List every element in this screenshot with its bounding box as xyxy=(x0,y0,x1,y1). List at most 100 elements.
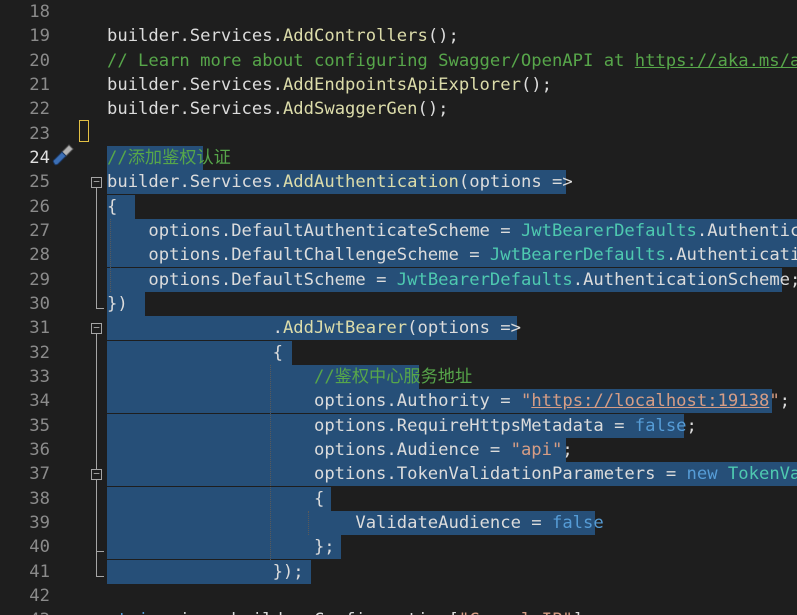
code-token: Audience xyxy=(396,439,480,460)
code-token: Configuration xyxy=(314,610,449,615)
code-token: AuthenticationScheme xyxy=(583,269,791,290)
code-token: options xyxy=(313,439,387,460)
code-token: . xyxy=(220,269,232,290)
code-token: . xyxy=(386,391,397,412)
code-line[interactable]: { xyxy=(107,341,283,365)
line-number: 31 xyxy=(29,318,50,339)
code-token: = xyxy=(458,245,490,266)
line-number: 36 xyxy=(29,439,50,460)
code-line[interactable]: // Learn more about configuring Swagger/… xyxy=(107,49,797,73)
code-token: => xyxy=(541,172,573,193)
code-token: DefaultScheme xyxy=(231,269,366,290)
code-line[interactable]: }; xyxy=(107,535,335,559)
code-token: . xyxy=(272,26,283,47)
code-token: (); xyxy=(520,74,552,95)
code-token: JwtBearerDefaults xyxy=(396,269,573,290)
code-token: ; xyxy=(790,270,797,290)
code-token: ; xyxy=(686,415,697,436)
outline-bracket xyxy=(96,480,97,552)
code-token: https://localhost:19138 xyxy=(531,391,770,412)
code-line[interactable]: options.Audience = "api"; xyxy=(107,438,573,462)
line-number: 26 xyxy=(29,196,50,217)
code-token: builder xyxy=(107,172,180,193)
code-token: " xyxy=(520,391,532,412)
collapse-toggle-icon[interactable]: − xyxy=(91,176,102,189)
quick-actions-icon[interactable] xyxy=(50,142,76,168)
code-line[interactable]: options.RequireHttpsMetadata = false; xyxy=(107,414,697,438)
code-token: //鉴权中心服务地址 xyxy=(313,366,473,387)
code-token: . xyxy=(272,99,283,120)
code-token: DefaultAuthenticateScheme xyxy=(231,220,490,241)
collapse-toggle-icon[interactable]: − xyxy=(91,468,102,481)
code-line[interactable]: options.DefaultChallengeScheme = JwtBear… xyxy=(107,243,797,267)
code-token: options xyxy=(417,318,490,339)
code-token: " xyxy=(769,391,780,412)
code-line[interactable]: { xyxy=(107,195,117,219)
code-line[interactable]: //鉴权中心服务地址 xyxy=(107,365,472,389)
code-line[interactable]: //添加鉴权认证 xyxy=(107,146,231,170)
code-line[interactable]: { xyxy=(107,487,324,511)
code-line[interactable]: options.DefaultScheme = JwtBearerDefault… xyxy=(107,268,797,292)
code-token: ( xyxy=(458,172,470,193)
code-line[interactable]: ValidateAudience = false xyxy=(107,511,603,535)
code-token: . xyxy=(220,220,232,241)
code-line[interactable]: options.Authority = "https://localhost:1… xyxy=(107,389,790,413)
code-token: AddAuthentication xyxy=(282,172,459,193)
line-number: 42 xyxy=(29,585,50,606)
code-token: = xyxy=(489,391,521,412)
code-token: = xyxy=(603,415,635,436)
code-token: false xyxy=(634,415,687,436)
code-token: . xyxy=(179,26,190,47)
code-token: AddControllers xyxy=(282,26,428,47)
line-number: 21 xyxy=(29,74,50,95)
code-token: = xyxy=(520,512,552,533)
code-line[interactable]: builder.Services.AddSwaggerGen(); xyxy=(107,97,449,121)
code-token: //添加鉴权认证 xyxy=(107,147,231,168)
code-token: . xyxy=(272,318,283,339)
code-token: . xyxy=(304,610,314,615)
code-line[interactable]: }) xyxy=(107,292,128,316)
line-number: 20 xyxy=(29,50,50,71)
code-token: TokenValidationParameters xyxy=(727,464,797,485)
code-token: { xyxy=(107,196,118,217)
code-token: options xyxy=(148,220,221,241)
code-token: ip xyxy=(179,610,200,615)
code-token: options xyxy=(313,391,387,412)
code-line[interactable]: builder.Services.AddAuthentication(optio… xyxy=(107,170,573,194)
line-number: 41 xyxy=(29,561,50,582)
code-token: options xyxy=(148,269,221,290)
code-line[interactable]: builder.Services.AddEndpointsApiExplorer… xyxy=(107,73,552,97)
line-number: 34 xyxy=(29,391,50,412)
code-token: ValidateAudience xyxy=(355,512,521,533)
code-token: = xyxy=(200,610,231,615)
code-token: . xyxy=(272,172,283,193)
code-token: ; xyxy=(562,439,573,460)
line-number: 24 xyxy=(29,147,50,168)
code-token: = xyxy=(655,464,687,485)
line-number: 28 xyxy=(29,245,50,266)
code-line[interactable]: builder.Services.AddControllers(); xyxy=(107,24,459,48)
code-token: }; xyxy=(107,537,335,558)
code-token: options xyxy=(469,172,542,193)
code-token: AuthenticationScheme xyxy=(707,220,797,241)
code-editor[interactable]: 18 19 20 21 22 23 24 25 26 27 28 29 30 31 32 33 34 35 36 37… xyxy=(0,0,797,615)
code-line[interactable]: options.TokenValidationParameters = new … xyxy=(107,462,797,486)
line-number: 19 xyxy=(29,26,50,47)
code-token: https://aka.ms/aspnetcore/swashbuckle xyxy=(634,50,797,71)
code-line[interactable]: .AddJwtBearer(options => xyxy=(107,316,521,340)
code-line[interactable]: }); xyxy=(107,560,304,584)
line-number: 35 xyxy=(29,415,50,436)
code-line[interactable]: options.DefaultAuthenticateScheme = JwtB… xyxy=(107,219,797,243)
code-token: "api" xyxy=(510,439,563,460)
code-token: options xyxy=(313,415,387,436)
code-token: ]; xyxy=(573,610,594,615)
code-token: AddJwtBearer xyxy=(282,318,408,339)
code-line[interactable]: string ip = builder.Configuration["Consu… xyxy=(107,608,593,615)
collapse-toggle-icon[interactable]: − xyxy=(91,322,102,335)
